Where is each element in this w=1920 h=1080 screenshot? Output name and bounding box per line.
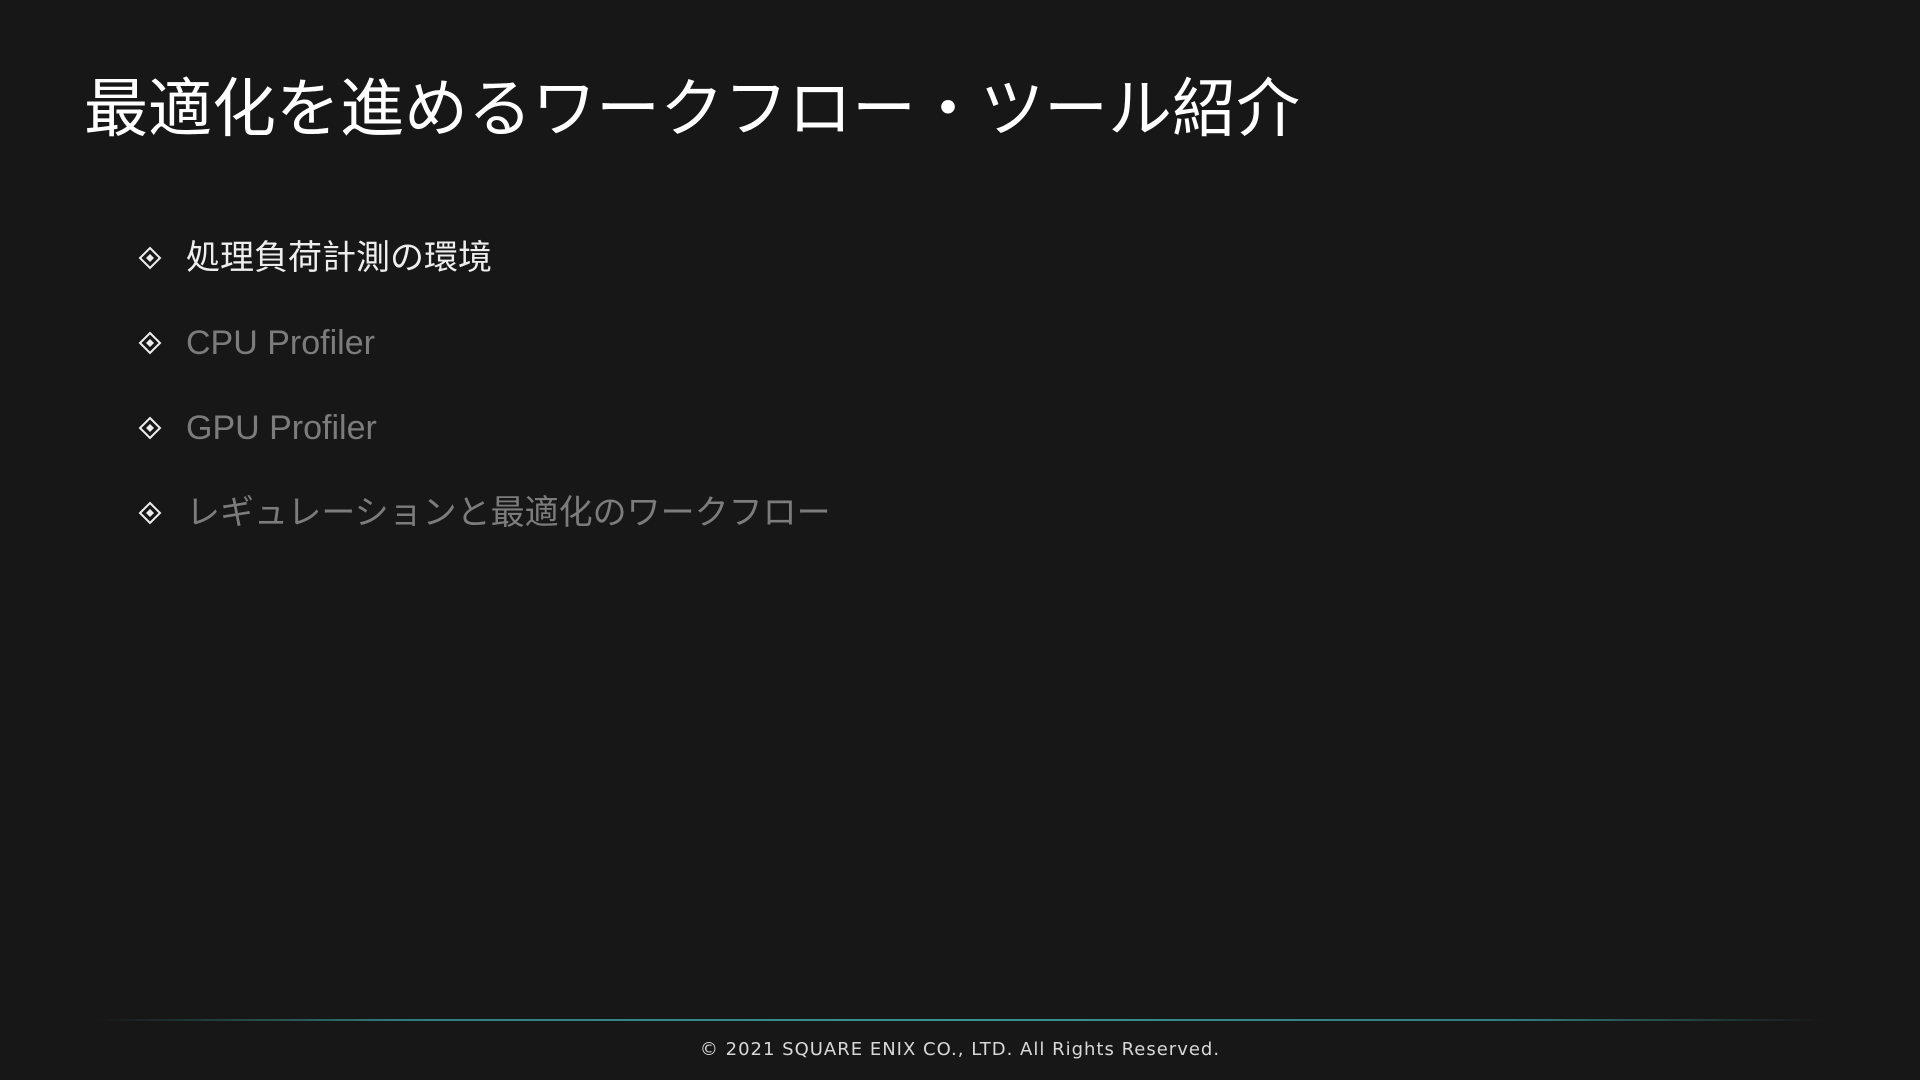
agenda-item-label: 処理負荷計測の環境 xyxy=(186,238,492,278)
agenda-item-gpu-profiler: GPU Profiler xyxy=(138,402,831,454)
agenda-item-regulation-workflow: レギュレーションと最適化のワークフロー xyxy=(138,487,831,539)
diamond-bullet-icon xyxy=(138,246,162,270)
diamond-bullet-icon xyxy=(138,331,162,355)
agenda-item-label: CPU Profiler xyxy=(186,324,375,362)
slide: 最適化を進めるワークフロー・ツール紹介 処理負荷計測の環境 CPU Profil… xyxy=(0,0,1920,1080)
agenda-item-cpu-profiler: CPU Profiler xyxy=(138,317,831,369)
agenda-item-measurement-environment: 処理負荷計測の環境 xyxy=(138,232,831,284)
diamond-bullet-icon xyxy=(138,501,162,525)
diamond-bullet-icon xyxy=(138,416,162,440)
agenda-item-label: GPU Profiler xyxy=(186,409,377,447)
footer-divider xyxy=(96,1019,1824,1021)
agenda-item-label: レギュレーションと最適化のワークフロー xyxy=(186,493,831,533)
slide-title: 最適化を進めるワークフロー・ツール紹介 xyxy=(84,73,1300,147)
copyright-notice: © 2021 SQUARE ENIX CO., LTD. All Rights … xyxy=(699,1039,1221,1060)
agenda-list: 処理負荷計測の環境 CPU Profiler GPU Profiler レギュレ… xyxy=(138,232,831,572)
